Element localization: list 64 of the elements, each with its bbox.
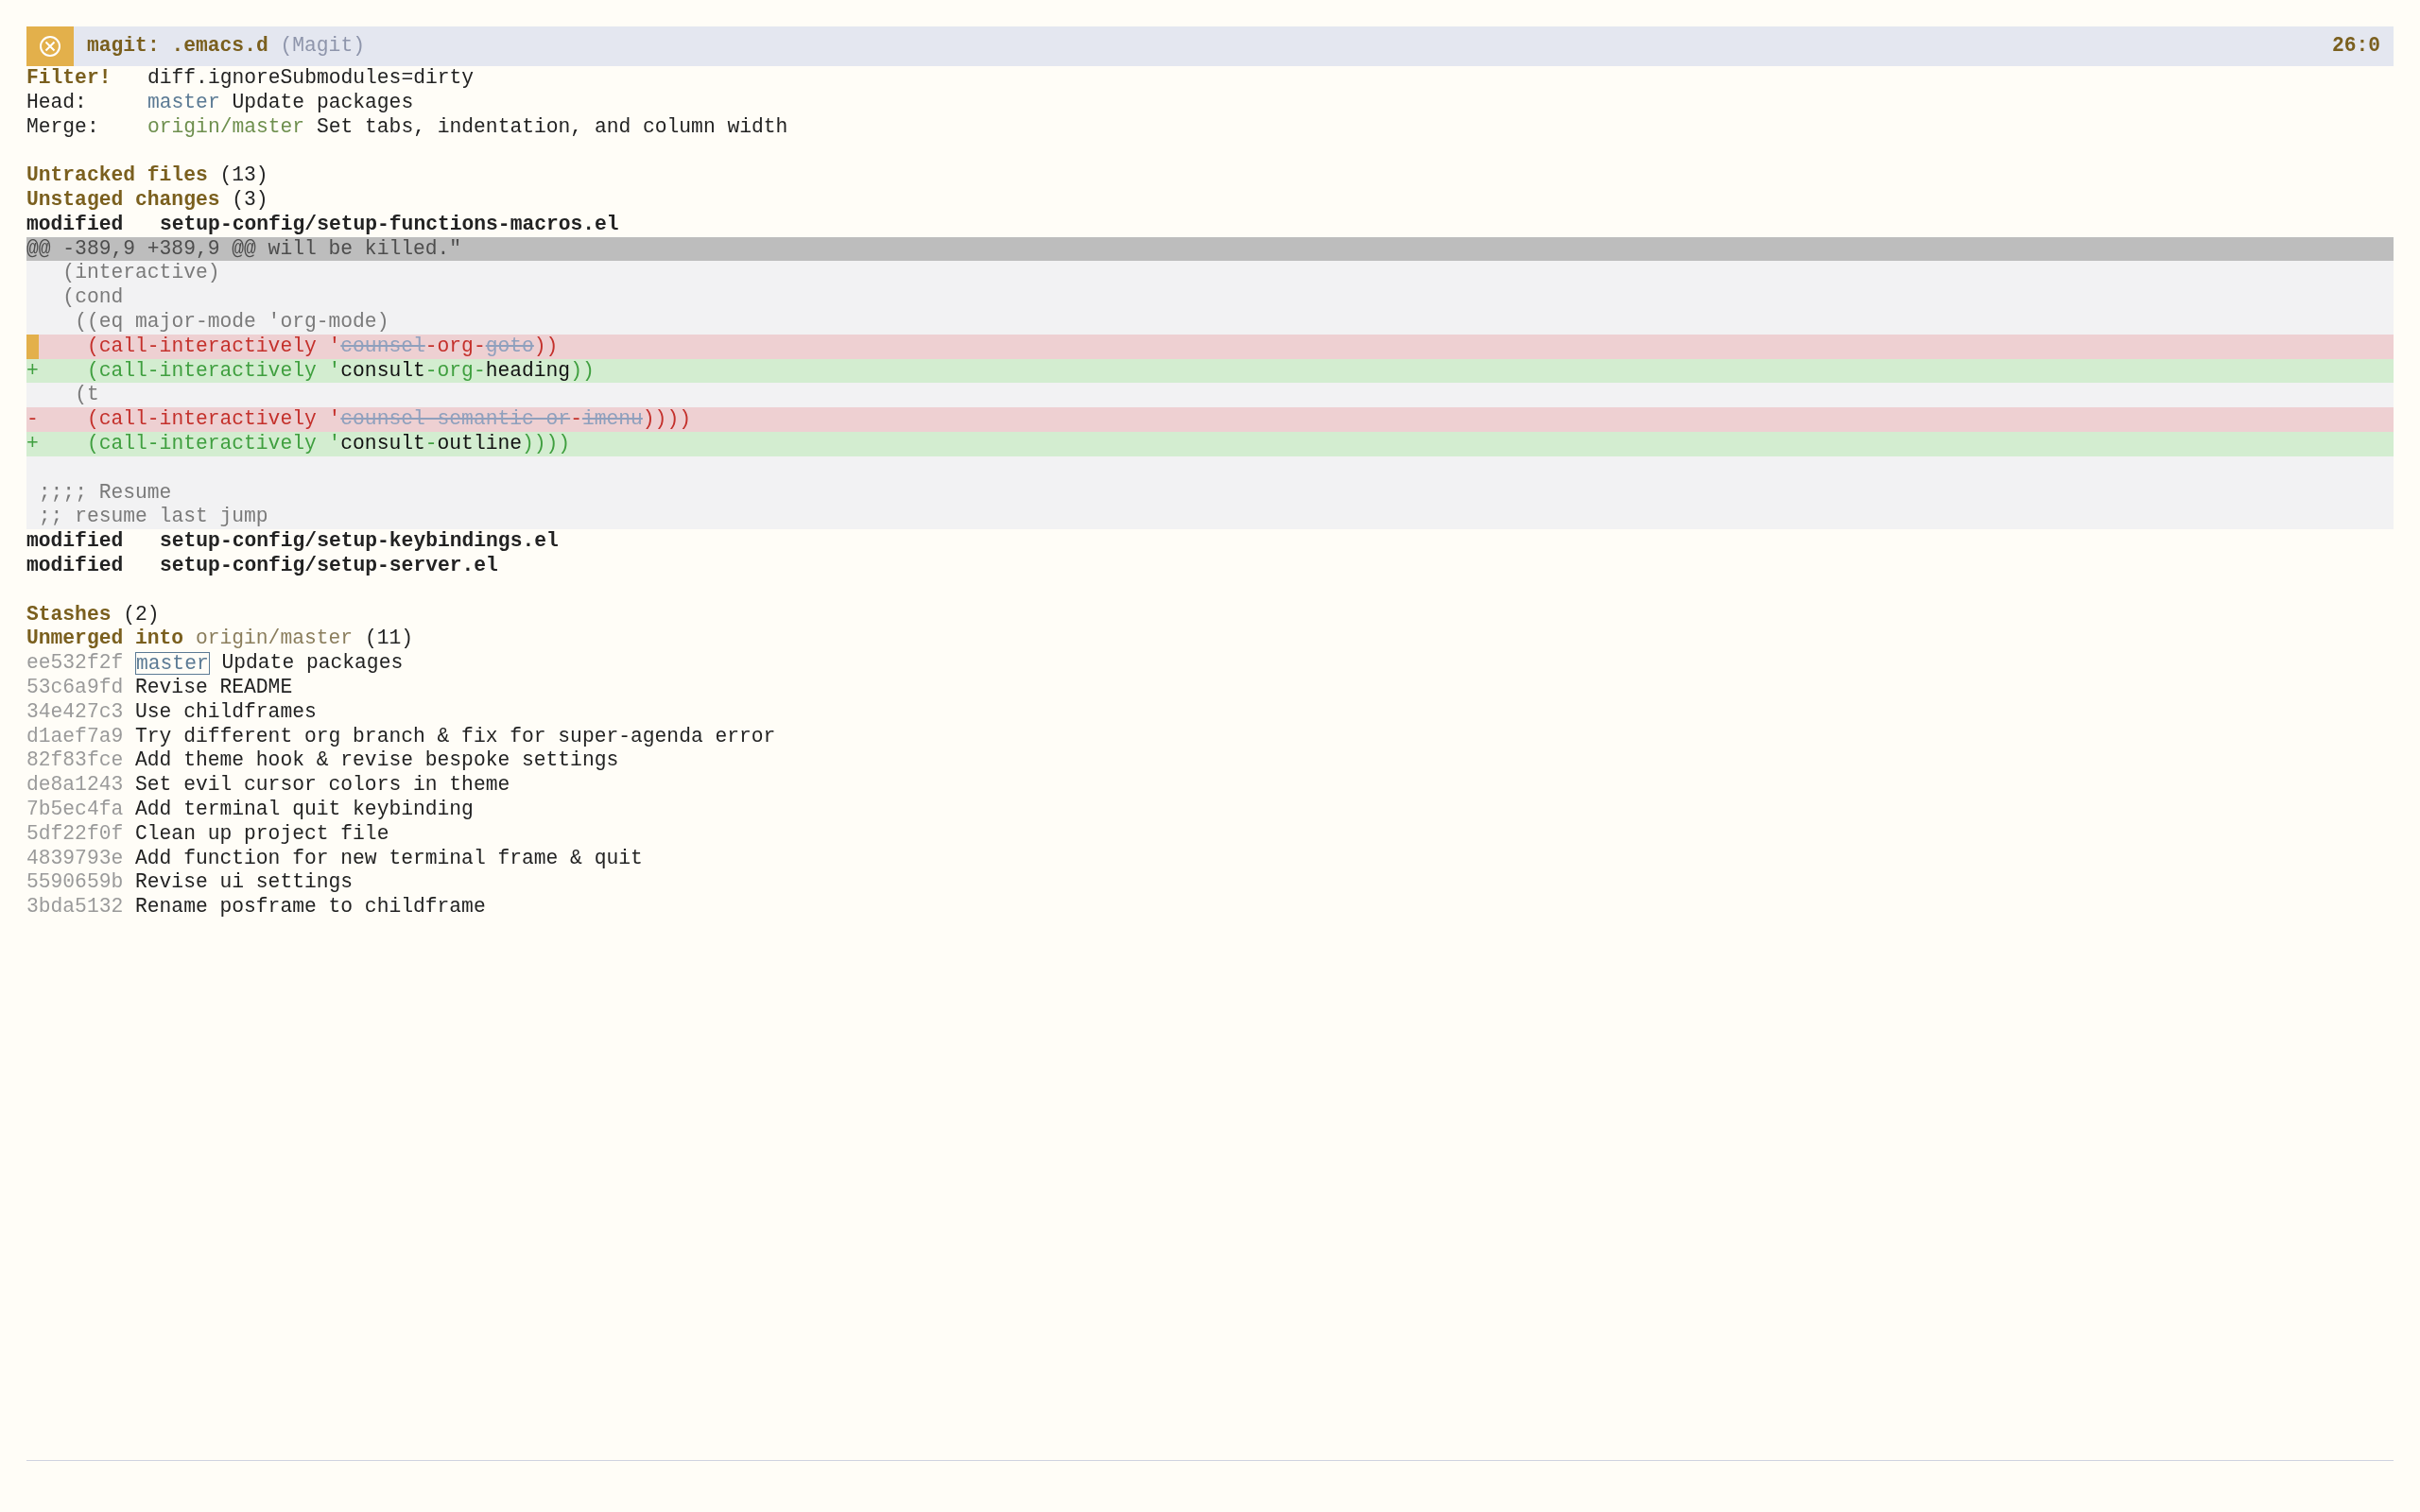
commit-message: Revise ui settings — [135, 870, 354, 896]
commit-hash[interactable]: 5df22f0f — [26, 821, 124, 847]
commit-hash[interactable]: 7b5ec4fa — [26, 797, 124, 822]
file-path[interactable]: setup-config/setup-keybindings.el — [160, 529, 559, 554]
cursor-position: 26:0 — [2331, 33, 2380, 60]
section-count: (2) — [123, 602, 160, 627]
diff-code: ;;;; Resume — [38, 480, 172, 506]
diff-code: (cond — [61, 285, 124, 310]
diff-code: (call-interactively 'counsel-org-goto)) — [85, 334, 559, 359]
diff-code: (interactive) — [61, 261, 220, 286]
diff-code: (t — [74, 383, 99, 408]
commit-message: Revise README — [135, 675, 293, 700]
file-status: modified — [26, 553, 125, 578]
diff-prefix: - — [26, 407, 39, 432]
file-status: modified — [26, 529, 125, 554]
commit-message: Add function for new terminal frame & quit — [135, 846, 643, 871]
commit-hash[interactable]: 34e427c3 — [26, 699, 124, 725]
section-count: (11) — [364, 627, 413, 652]
header-value: Set tabs, indentation, and column width — [316, 114, 788, 140]
diff-code: (call-interactively 'consult-outline)))) — [85, 431, 571, 456]
commit-message: Update packages — [221, 651, 404, 676]
branch-label[interactable]: master — [135, 652, 210, 675]
commit-hash[interactable]: 82f83fce — [26, 748, 124, 774]
commit-hash[interactable]: 5590659b — [26, 870, 124, 896]
branch-name[interactable]: origin/master — [195, 627, 354, 652]
close-icon[interactable] — [26, 26, 74, 66]
file-path[interactable]: setup-config/setup-server.el — [160, 553, 498, 578]
diff-code: (call-interactively 'consult-org-heading)) — [85, 358, 595, 384]
diff-code: (call-interactively 'counsel-semantic-or-imenu)))) — [85, 407, 691, 432]
diff-code: @@ -389,9 +389,9 @@ will be killed." — [26, 236, 462, 262]
section-heading[interactable]: Unmerged into — [26, 627, 184, 652]
header-label: Merge: — [26, 114, 100, 140]
commit-hash[interactable]: 53c6a9fd — [26, 675, 124, 700]
section-heading[interactable]: Stashes — [26, 602, 112, 627]
commit-hash[interactable]: 3bda5132 — [26, 895, 124, 919]
diff-prefix: + — [26, 358, 39, 384]
major-mode: (Magit) — [280, 33, 365, 60]
commit-message: Set evil cursor colors in theme — [135, 773, 510, 798]
commit-message: Try different org branch & fix for super-agenda error — [135, 724, 776, 749]
commit-message: Add terminal quit keybinding — [135, 797, 474, 822]
buffer-name: magit: .emacs.d — [87, 33, 268, 60]
branch-name[interactable]: master — [147, 90, 220, 115]
diff-code: ((eq major-mode 'org-mode) — [74, 309, 389, 335]
commit-hash[interactable]: d1aef7a9 — [26, 724, 124, 749]
diff-prefix: + — [26, 431, 39, 456]
commit-message: Add theme hook & revise bespoke settings — [135, 748, 619, 774]
section-heading[interactable]: Unstaged changes — [26, 188, 220, 213]
header-value: Update packages — [232, 90, 414, 115]
section-heading[interactable]: Untracked files — [26, 163, 208, 188]
header-value: diff.ignoreSubmodules=dirty — [147, 66, 475, 91]
commit-hash[interactable]: 4839793e — [26, 846, 124, 871]
section-count: (13) — [219, 163, 268, 188]
commit-message: Use childframes — [135, 699, 317, 725]
branch-name[interactable]: origin/master — [147, 114, 305, 140]
diff-code: ;; resume last jump — [38, 505, 268, 530]
header-label: Filter! — [26, 66, 112, 91]
section-count: (3) — [232, 188, 268, 213]
commit-message: Rename posframe to childframe — [135, 895, 486, 919]
file-status: modified — [26, 212, 125, 237]
file-path[interactable]: setup-config/setup-functions-macros.el — [160, 212, 619, 237]
commit-hash[interactable]: de8a1243 — [26, 773, 124, 798]
commit-hash[interactable]: ee532f2f — [26, 651, 124, 676]
commit-message: Clean up project file — [135, 821, 389, 847]
header-label: Head: — [26, 90, 88, 115]
